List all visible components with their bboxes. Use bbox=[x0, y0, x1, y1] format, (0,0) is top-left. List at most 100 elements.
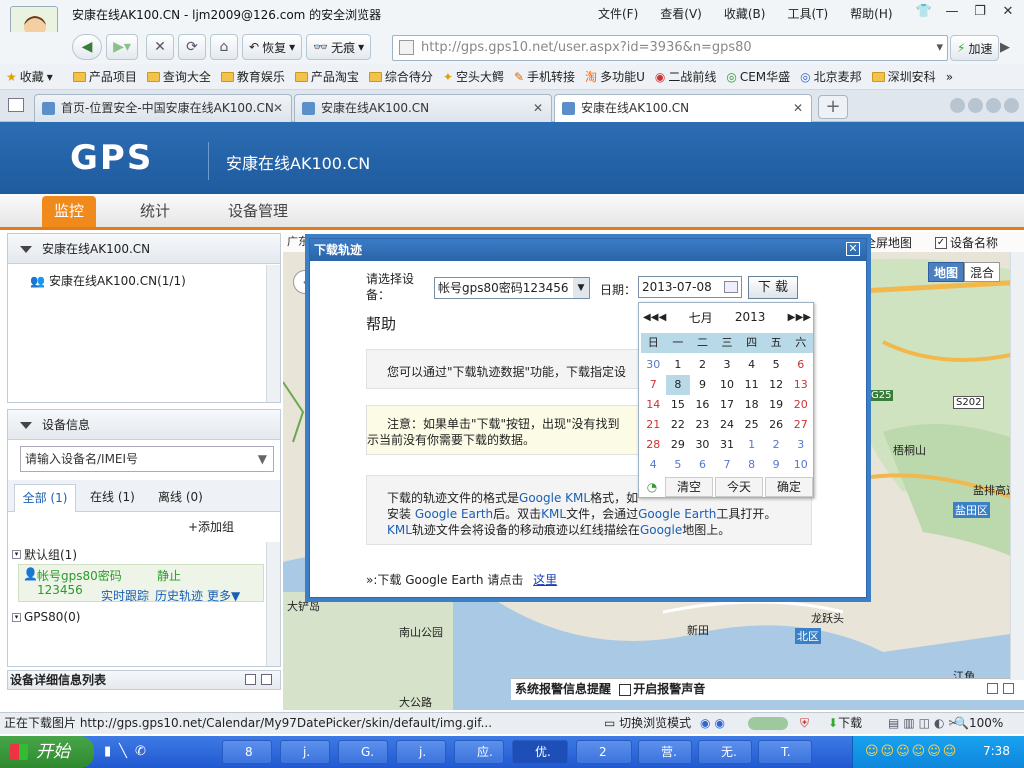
google-link[interactable]: Google bbox=[640, 523, 682, 537]
taskbar-item[interactable]: 营. bbox=[638, 740, 692, 764]
status-tools[interactable]: ▤▥◫◐✂ bbox=[888, 713, 963, 734]
calendar-month[interactable]: 七月 bbox=[689, 309, 713, 326]
calendar-day[interactable]: 8 bbox=[665, 375, 691, 395]
calendar-day[interactable]: 10 bbox=[715, 375, 740, 395]
stop-button[interactable]: ✕ bbox=[146, 34, 174, 60]
alarm-sound-checkbox[interactable] bbox=[619, 683, 632, 696]
menu-file[interactable]: 文件(F) bbox=[598, 5, 638, 22]
fav-item[interactable]: 查询大全 bbox=[146, 68, 211, 85]
calendar-day[interactable]: 6 bbox=[788, 355, 813, 375]
calendar-day[interactable]: 30 bbox=[690, 435, 715, 455]
device-header[interactable]: 设备信息 bbox=[8, 410, 280, 440]
map-scrollbar[interactable] bbox=[1010, 252, 1024, 680]
back-button[interactable]: ◀ bbox=[72, 34, 102, 60]
taskbar-item[interactable]: 无. bbox=[698, 740, 752, 764]
taskbar-item[interactable]: 应. bbox=[454, 740, 504, 764]
no-trace-button[interactable]: 👓 无痕 ▾ bbox=[306, 34, 372, 60]
tree-item[interactable]: 👥 安康在线AK100.CN(1/1) bbox=[30, 272, 186, 289]
calendar-day[interactable]: 3 bbox=[715, 355, 740, 375]
device-row[interactable]: 👤 帐号gps80密码 静止 123456 实时跟踪 历史轨迹 更多▼ bbox=[18, 564, 264, 604]
calendar-day[interactable]: 4 bbox=[739, 355, 764, 375]
calendar-day[interactable]: 9 bbox=[764, 455, 789, 475]
prev-year-icon[interactable]: ◀◀ bbox=[643, 312, 658, 323]
nav-monitor[interactable]: 监控 bbox=[42, 196, 97, 227]
calendar-day[interactable]: 24 bbox=[715, 415, 740, 435]
calendar-day[interactable]: 20 bbox=[788, 395, 813, 415]
tab-close-all-icon[interactable] bbox=[1004, 98, 1019, 113]
prev-month-icon[interactable]: ◀ bbox=[659, 312, 667, 323]
fav-item[interactable]: 产品淘宝 bbox=[294, 68, 359, 85]
calendar-day[interactable]: 3 bbox=[788, 435, 813, 455]
calendar-day[interactable]: 8 bbox=[739, 455, 764, 475]
kml-link[interactable]: KML bbox=[541, 507, 566, 521]
close-tab-icon[interactable]: ✕ bbox=[793, 95, 803, 121]
ok-button[interactable]: 确定 bbox=[765, 477, 813, 497]
new-tab-button[interactable]: + bbox=[818, 95, 848, 119]
map-type-button[interactable]: 地图 bbox=[928, 262, 964, 282]
calendar-day[interactable]: 5 bbox=[764, 355, 789, 375]
calendar-day[interactable]: 1 bbox=[666, 355, 691, 375]
fav-item[interactable]: 深圳安科 bbox=[871, 68, 936, 85]
nav-device-management[interactable]: 设备管理 bbox=[228, 196, 288, 227]
maximize-panel-icon[interactable] bbox=[1003, 683, 1014, 694]
skin-icon[interactable]: 👕 bbox=[910, 4, 938, 19]
fav-item[interactable]: ◎ 北京麦邦 bbox=[800, 68, 862, 85]
download-status[interactable]: ⬇下载 bbox=[828, 713, 862, 734]
calendar-day[interactable]: 19 bbox=[764, 395, 789, 415]
clear-button[interactable]: 清空 bbox=[665, 477, 713, 497]
calendar-day[interactable]: 22 bbox=[666, 415, 691, 435]
calendar-day[interactable]: 25 bbox=[739, 415, 764, 435]
switch-mode-button[interactable]: ▭ 切换浏览模式 bbox=[604, 713, 691, 734]
minimize-icon[interactable]: — bbox=[938, 4, 966, 19]
realtime-track-link[interactable]: 实时跟踪 bbox=[101, 587, 149, 604]
fav-item[interactable]: 教育娱乐 bbox=[220, 68, 285, 85]
calendar-day[interactable]: 11 bbox=[739, 375, 764, 395]
calendar-day[interactable]: 10 bbox=[788, 455, 813, 475]
refresh-button[interactable]: ⟳ bbox=[178, 34, 206, 60]
group-default[interactable]: ▾ 默认组(1) bbox=[12, 546, 77, 563]
tab-ak100-1[interactable]: 安康在线AK100.CN ✕ bbox=[294, 94, 552, 122]
favorites-menu[interactable]: ★ 收藏 ▾ bbox=[6, 68, 53, 85]
calendar-day[interactable]: 17 bbox=[715, 395, 740, 415]
calendar-day[interactable]: 26 bbox=[764, 415, 789, 435]
close-icon[interactable]: ✕ bbox=[994, 4, 1022, 19]
dialog-close-icon[interactable]: ✕ bbox=[846, 242, 860, 256]
menu-favorites[interactable]: 收藏(B) bbox=[724, 5, 766, 22]
taskbar-item[interactable]: 2 bbox=[576, 740, 632, 764]
tree-header[interactable]: 安康在线AK100.CN bbox=[8, 234, 280, 264]
minimize-panel-icon[interactable] bbox=[987, 683, 998, 694]
site-logo[interactable]: GPS bbox=[70, 138, 153, 178]
calendar-day[interactable]: 4 bbox=[641, 455, 666, 475]
address-bar[interactable]: http://gps.gps10.net/user.aspx?id=3936&n… bbox=[392, 35, 948, 61]
calendar-day[interactable]: 23 bbox=[690, 415, 715, 435]
tab-right-icon[interactable] bbox=[968, 98, 983, 113]
detail-list-header[interactable]: 设备详细信息列表 bbox=[7, 670, 281, 690]
home-button[interactable]: ⌂ bbox=[210, 34, 238, 60]
calendar-day[interactable]: 2 bbox=[764, 435, 789, 455]
calendar-day[interactable]: 14 bbox=[641, 395, 666, 415]
add-group-link[interactable]: +添加组 bbox=[188, 518, 234, 535]
device-select[interactable]: 帐号gps80密码123456 ▼ bbox=[434, 277, 590, 299]
menu-help[interactable]: 帮助(H) bbox=[850, 5, 892, 22]
start-button[interactable]: 开始 bbox=[0, 736, 94, 768]
tab-ak100-2[interactable]: 安康在线AK100.CN ✕ bbox=[554, 94, 812, 122]
hybrid-type-button[interactable]: 混合 bbox=[964, 262, 1000, 282]
tab-offline[interactable]: 离线 (0) bbox=[158, 484, 203, 510]
calendar-day[interactable]: 9 bbox=[690, 375, 715, 395]
calendar-day[interactable]: 30 bbox=[641, 355, 666, 375]
taskbar-item[interactable]: T. bbox=[758, 740, 812, 764]
taskbar-item[interactable]: 优. bbox=[512, 740, 568, 764]
fav-item[interactable]: ◎ CEM华盛 bbox=[726, 68, 790, 85]
speedup-button[interactable]: ⚡ 加速 bbox=[950, 35, 1000, 61]
tab-all[interactable]: 全部 (1) bbox=[14, 484, 76, 512]
zoom-control[interactable]: 🔍100% bbox=[954, 713, 1003, 734]
taskbar-item[interactable]: 8 bbox=[222, 740, 272, 764]
fav-item[interactable]: 产品项目 bbox=[72, 68, 137, 85]
calendar-day[interactable]: 28 bbox=[641, 435, 666, 455]
fav-item[interactable]: ✦ 空头大鳄 bbox=[443, 68, 504, 85]
calendar-day[interactable]: 29 bbox=[666, 435, 691, 455]
calendar-year[interactable]: 2013 bbox=[735, 310, 766, 324]
google-earth-link[interactable]: Google Earth bbox=[415, 507, 493, 521]
menu-view[interactable]: 查看(V) bbox=[660, 5, 702, 22]
today-button[interactable]: 今天 bbox=[715, 477, 763, 497]
